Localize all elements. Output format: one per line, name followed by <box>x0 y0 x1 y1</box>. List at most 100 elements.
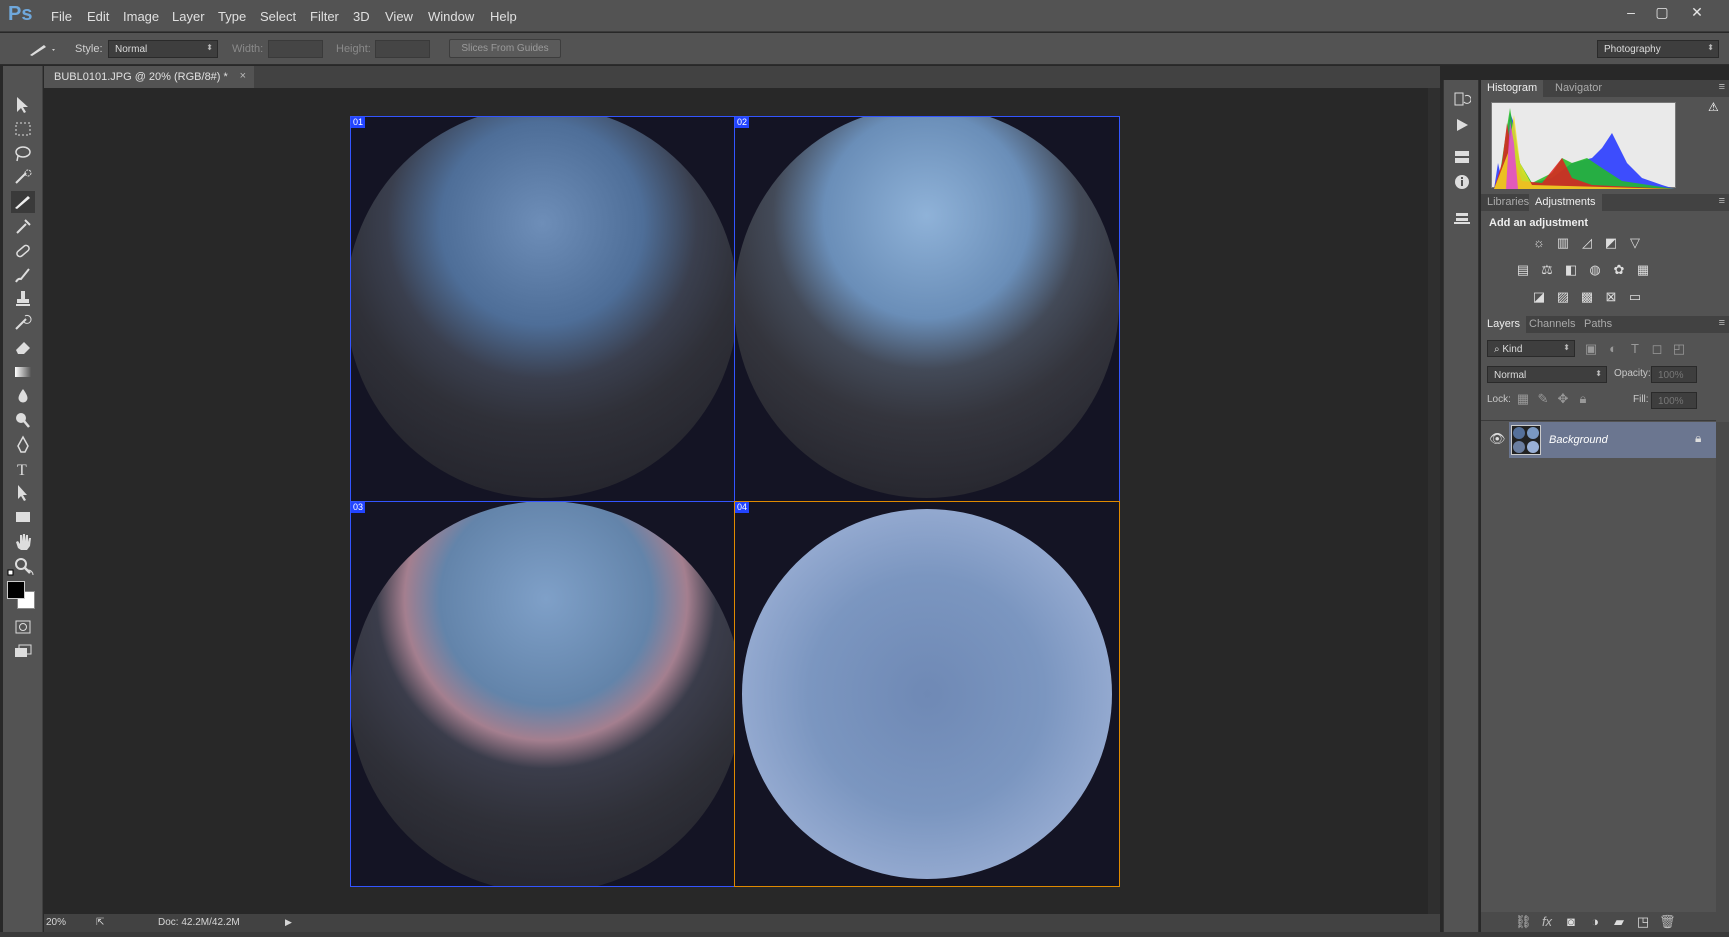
brightness-contrast-icon[interactable]: ☼ <box>1531 236 1547 250</box>
canvas-scrollbar[interactable] <box>1428 88 1440 914</box>
menu-image[interactable]: Image <box>123 9 159 24</box>
history-icon[interactable] <box>1453 90 1472 108</box>
quick-mask-icon[interactable] <box>11 616 35 638</box>
menu-3d[interactable]: 3D <box>353 9 370 24</box>
photo-filter-icon[interactable]: ◍ <box>1587 263 1603 277</box>
menu-select[interactable]: Select <box>260 9 296 24</box>
new-layer-icon[interactable]: ◳ <box>1635 915 1651 929</box>
fill-field[interactable]: 100% <box>1651 392 1697 409</box>
lock-transparent-icon[interactable]: ▦ <box>1515 392 1531 406</box>
lock-all-icon[interactable]: 🔒︎ <box>1575 392 1591 406</box>
new-adjustment-icon[interactable]: ◑ <box>1587 915 1603 929</box>
foreground-color-swatch[interactable] <box>7 581 25 599</box>
width-field[interactable] <box>268 40 323 58</box>
layer-row-background[interactable]: Background 🔒︎ <box>1509 422 1716 458</box>
menu-layer[interactable]: Layer <box>172 9 205 24</box>
selective-color-icon[interactable]: ⊠ <box>1603 290 1619 304</box>
menu-filter[interactable]: Filter <box>310 9 339 24</box>
new-group-icon[interactable]: ▰ <box>1611 915 1627 929</box>
color-lookup-icon[interactable]: ▦ <box>1635 263 1651 277</box>
style-select[interactable]: Normal ⬍ <box>108 40 218 58</box>
menu-edit[interactable]: Edit <box>87 9 109 24</box>
tab-navigator[interactable]: Navigator <box>1549 80 1608 97</box>
hand-tool-icon[interactable] <box>11 531 35 553</box>
menu-file[interactable]: File <box>51 9 72 24</box>
workspace-select[interactable]: Photography ⬍ <box>1597 40 1719 58</box>
document-tab[interactable]: BUBL0101.JPG @ 20% (RGB/8#) * × <box>44 66 254 88</box>
type-filter-icon[interactable]: T <box>1627 342 1643 356</box>
quick-selection-tool-icon[interactable] <box>11 167 35 189</box>
delete-layer-icon[interactable]: 🗑︎ <box>1659 915 1676 929</box>
menu-help[interactable]: Help <box>490 9 517 24</box>
panel-menu-icon[interactable]: ≡ <box>1719 81 1725 93</box>
zoom-level[interactable]: 20% <box>46 917 66 928</box>
blur-tool-icon[interactable] <box>11 385 35 407</box>
tab-paths[interactable]: Paths <box>1578 316 1618 333</box>
menu-view[interactable]: View <box>385 9 413 24</box>
slice-border-04-selected[interactable] <box>734 501 1120 887</box>
lasso-tool-icon[interactable] <box>11 143 35 165</box>
close-tab-icon[interactable]: × <box>240 70 246 82</box>
menu-type[interactable]: Type <box>218 9 246 24</box>
curves-icon[interactable]: ◿ <box>1579 236 1595 250</box>
opacity-field[interactable]: 100% <box>1651 366 1697 383</box>
pen-tool-icon[interactable] <box>11 434 35 456</box>
maximize-button[interactable]: ▢ <box>1648 3 1676 21</box>
rectangle-tool-icon[interactable] <box>11 506 35 528</box>
black-white-icon[interactable]: ◧ <box>1563 263 1579 277</box>
shape-filter-icon[interactable]: ◻ <box>1649 342 1665 356</box>
type-tool-icon[interactable]: T <box>11 458 35 480</box>
fx-icon[interactable]: fx <box>1539 915 1555 929</box>
tab-adjustments[interactable]: Adjustments <box>1529 194 1602 211</box>
hue-saturation-icon[interactable]: ▤ <box>1515 263 1531 277</box>
info-icon[interactable] <box>1453 173 1471 191</box>
clone-stamp-tool-icon[interactable] <box>11 288 35 310</box>
lock-image-icon[interactable]: ✎ <box>1535 392 1551 406</box>
status-menu-arrow-icon[interactable]: ▶ <box>285 917 292 928</box>
invert-icon[interactable]: ◪ <box>1531 290 1547 304</box>
height-field[interactable] <box>375 40 430 58</box>
brush-tool-icon[interactable] <box>11 264 35 286</box>
history-brush-tool-icon[interactable] <box>11 312 35 334</box>
adjustment-filter-icon[interactable]: ◐ <box>1605 342 1621 356</box>
tab-histogram[interactable]: Histogram <box>1481 80 1544 97</box>
eraser-tool-icon[interactable] <box>11 336 35 358</box>
panel-menu-icon[interactable]: ≡ <box>1719 317 1725 329</box>
default-colors-icon[interactable] <box>7 568 39 580</box>
slice-border-02[interactable] <box>734 116 1120 502</box>
gradient-tool-icon[interactable] <box>11 361 35 383</box>
slice-tool-icon[interactable] <box>11 191 35 213</box>
slice-tool-preset-icon[interactable] <box>26 41 58 59</box>
tab-layers[interactable]: Layers <box>1481 316 1527 333</box>
healing-brush-tool-icon[interactable] <box>11 240 35 262</box>
threshold-icon[interactable]: ▩ <box>1579 290 1595 304</box>
minimize-button[interactable]: – <box>1617 3 1645 21</box>
canvas-area[interactable]: 01 02 03 04 <box>44 88 1440 914</box>
channel-mixer-icon[interactable]: ✿ <box>1611 263 1627 277</box>
slice-border-03[interactable] <box>350 501 735 887</box>
blend-mode-select[interactable]: Normal ⬍ <box>1487 366 1607 383</box>
close-window-button[interactable]: ✕ <box>1683 3 1711 21</box>
actions-play-icon[interactable] <box>1453 116 1471 134</box>
marquee-tool-icon[interactable] <box>11 118 35 140</box>
eyedropper-tool-icon[interactable] <box>11 215 35 237</box>
path-selection-tool-icon[interactable] <box>11 482 35 504</box>
move-tool-icon[interactable] <box>11 94 35 116</box>
exposure-icon[interactable]: ◩ <box>1603 236 1619 250</box>
pixel-filter-icon[interactable]: ▣ <box>1583 342 1599 356</box>
dodge-tool-icon[interactable] <box>11 409 35 431</box>
tab-libraries[interactable]: Libraries <box>1481 194 1535 211</box>
layer-name[interactable]: Background <box>1549 434 1608 446</box>
color-balance-icon[interactable]: ⚖ <box>1539 263 1555 277</box>
gradient-map-icon[interactable]: ▭ <box>1627 290 1643 304</box>
share-icon[interactable]: ⇱ <box>96 917 104 928</box>
lock-position-icon[interactable]: ✥ <box>1555 392 1571 406</box>
layers-scrollbar[interactable] <box>1716 422 1729 932</box>
slice-border-01[interactable] <box>350 116 735 502</box>
slices-from-guides-button[interactable]: Slices From Guides <box>449 39 561 58</box>
levels-icon[interactable]: ▥ <box>1555 236 1571 250</box>
add-mask-icon[interactable]: ◙ <box>1563 915 1579 929</box>
panel-menu-icon[interactable]: ≡ <box>1719 195 1725 207</box>
warning-icon[interactable]: ⚠ <box>1708 100 1719 114</box>
visibility-eye-icon[interactable]: 👁︎ <box>1489 431 1506 447</box>
